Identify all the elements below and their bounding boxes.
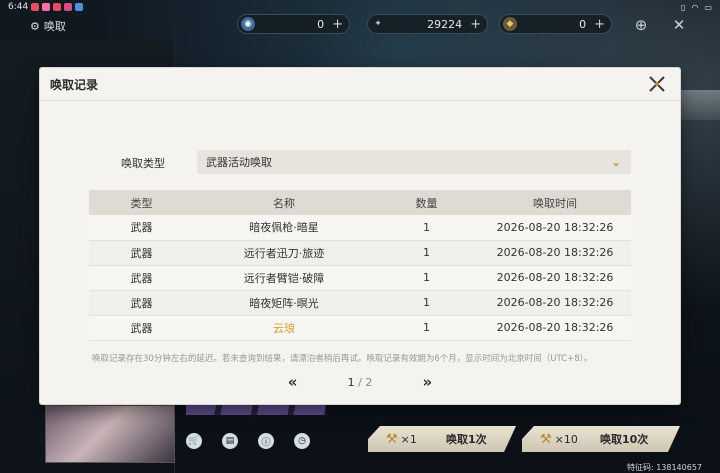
convene-once-button[interactable]: ⚒ ×1 唤取1次 [368, 426, 516, 452]
table-header-row: 类型 名称 数量 唤取时间 [89, 190, 631, 215]
dialog-body: 唤取类型 武器活动唤取 ⌄ 类型 名称 数量 唤取时间 武器 暗夜佩枪·暗星 1… [40, 101, 680, 404]
previous-page-button[interactable]: « [283, 373, 303, 391]
close-icon [649, 76, 665, 92]
cell-type: 武器 [89, 315, 194, 341]
banner-thumbnail[interactable] [45, 405, 175, 463]
cell-name: 暗夜矩阵·暝光 [194, 290, 374, 316]
battery-icon: ▭ [704, 2, 712, 12]
column-header-quantity: 数量 [374, 190, 479, 215]
lustrous-tide-icon: ◉ [241, 17, 255, 31]
add-currency-button[interactable]: + [470, 17, 481, 32]
table-row: 武器 暗夜矩阵·暝光 1 2026-08-20 18:32:26 [89, 290, 631, 316]
add-currency-button[interactable]: + [332, 17, 343, 32]
cost-text: ×1 [400, 432, 417, 446]
cell-quantity: 1 [374, 290, 479, 316]
currency-lustrous-tide: ◉ 0 + [237, 14, 350, 34]
notification-icon [31, 3, 40, 11]
cell-quantity: 1 [374, 265, 479, 291]
target-icon[interactable]: ⊕ [630, 14, 652, 36]
convene-history-dialog: 唤取记录 唤取类型 武器活动唤取 ⌄ 类型 名称 数量 唤取时间 武器 暗夜佩枪… [40, 68, 680, 404]
table-row: 武器 云琅 1 2026-08-20 18:32:26 [89, 315, 631, 341]
banner-decoration [186, 403, 326, 415]
convene-type-dropdown[interactable]: 武器活动唤取 ⌄ [197, 150, 631, 174]
cell-type: 武器 [89, 290, 194, 316]
add-currency-button[interactable]: + [594, 17, 605, 32]
cost-text: ×10 [554, 432, 578, 446]
convene-ten-button[interactable]: ⚒ ×10 唤取10次 [522, 426, 680, 452]
convene-once-cost: ⚒ ×1 [386, 432, 446, 447]
current-page: 1 [347, 375, 355, 389]
table-row: 武器 远行者迅刀·旅迹 1 2026-08-20 18:32:26 [89, 240, 631, 266]
page-indicator: 1 / 2 [348, 376, 373, 389]
cell-time: 2026-08-20 18:32:26 [479, 315, 631, 341]
dialog-header: 唤取记录 [40, 68, 680, 101]
cell-time: 2026-08-20 18:32:26 [479, 240, 631, 266]
cell-type: 武器 [89, 265, 194, 291]
dialog-close-button[interactable] [646, 73, 668, 95]
clock: 6:44 [8, 2, 29, 12]
next-page-button[interactable]: » [417, 373, 437, 391]
column-header-type: 类型 [89, 190, 194, 215]
player-uid: 特征码: 138140657 [626, 463, 702, 472]
currency-astrite: ✦ 29224 + [367, 14, 488, 34]
column-header-name: 名称 [194, 190, 374, 215]
settings-gear-icon: ⚙ [30, 19, 40, 33]
page-separator: / [358, 375, 362, 389]
dialog-title: 唤取记录 [50, 77, 99, 92]
astrite-icon: ✦ [374, 19, 382, 29]
table-row: 武器 暗夜佩枪·暗星 1 2026-08-20 18:32:26 [89, 215, 631, 241]
cell-time: 2026-08-20 18:32:26 [479, 290, 631, 316]
page-title: ⚙ 唤取 [30, 18, 66, 34]
vibrate-icon: ▯ [681, 2, 686, 12]
history-icon[interactable]: ◷ [294, 433, 310, 449]
system-status-bar: 6:44 ▯ ◠ ▭ [0, 0, 720, 14]
currency-value: 0 [579, 17, 587, 31]
notification-icon [53, 3, 62, 11]
cell-time: 2026-08-20 18:32:26 [479, 215, 631, 241]
column-header-time: 唤取时间 [479, 190, 631, 215]
chevron-down-icon: ⌄ [610, 155, 621, 169]
currency-value: 0 [317, 17, 325, 31]
convene-ten-label: 唤取10次 [600, 433, 649, 446]
delay-notice: 唤取记录存在30分钟左右的延迟。若未查询到结果，请漂泊者稍后再试。唤取记录有效期… [92, 354, 593, 364]
notification-icon [42, 3, 51, 11]
cell-quantity: 1 [374, 240, 479, 266]
currency-forging-tide: ◆ 0 + [499, 14, 612, 34]
forging-tide-icon: ◆ [503, 17, 517, 31]
convene-ten-cost: ⚒ ×10 [540, 432, 600, 447]
cell-name: 远行者臂铠·破障 [194, 265, 374, 291]
wifi-icon: ◠ [691, 2, 699, 12]
convene-once-label: 唤取1次 [446, 433, 487, 446]
cell-name-highlighted: 云琅 [194, 315, 374, 341]
pagination: « 1 / 2 » [40, 373, 680, 391]
cell-name: 远行者迅刀·旅迹 [194, 240, 374, 266]
forging-tide-icon: ⚒ [540, 431, 552, 447]
notification-icon [75, 3, 84, 11]
details-icon[interactable]: ▤ [222, 433, 238, 449]
cell-type: 武器 [89, 240, 194, 266]
notification-icon [64, 3, 73, 11]
total-pages: 2 [365, 375, 373, 389]
table-row: 武器 远行者臂铠·破障 1 2026-08-20 18:32:26 [89, 265, 631, 291]
currency-value: 29224 [427, 17, 463, 31]
convene-type-label: 唤取类型 [121, 157, 165, 170]
selected-convene-type: 武器活动唤取 [206, 156, 272, 169]
convene-records-table: 类型 名称 数量 唤取时间 武器 暗夜佩枪·暗星 1 2026-08-20 18… [89, 190, 631, 341]
close-icon[interactable]: ✕ [668, 14, 690, 36]
page-title-text: 唤取 [43, 20, 66, 33]
shop-icon[interactable]: 🛒 [186, 433, 202, 449]
cell-time: 2026-08-20 18:32:26 [479, 265, 631, 291]
cell-type: 武器 [89, 215, 194, 241]
info-icon[interactable]: ⓘ [258, 433, 274, 449]
cell-name: 暗夜佩枪·暗星 [194, 215, 374, 241]
forging-tide-icon: ⚒ [386, 431, 398, 447]
cell-quantity: 1 [374, 315, 479, 341]
cell-quantity: 1 [374, 215, 479, 241]
